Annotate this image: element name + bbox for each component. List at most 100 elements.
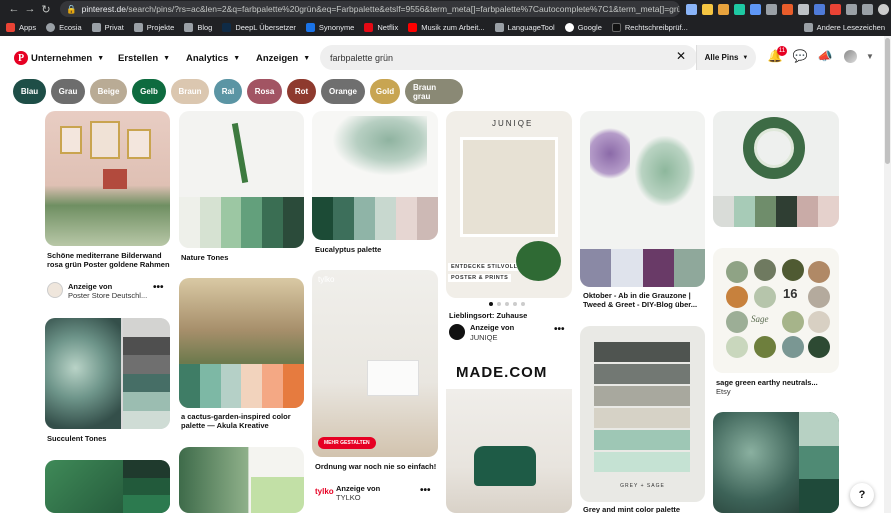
clear-search-icon[interactable]: ✕ [676,49,686,63]
pin-title[interactable]: Succulent Tones [47,434,106,443]
pin-image-eucalyptus[interactable] [312,111,438,240]
chevron-down-icon[interactable]: ▼ [862,48,878,64]
pin-image-grauzone[interactable] [580,111,705,287]
bookmark-ecosia[interactable]: Ecosia [46,22,82,32]
pin-image-cactus-garden[interactable] [179,278,304,408]
address-bar[interactable]: 🔒 pinterest.de /search/pins/?rs=ac&len=2… [60,1,680,17]
pin-source[interactable]: Etsy [716,387,731,396]
pin-title[interactable]: Ordnung war noch nie so einfach! [315,462,441,471]
lock-icon: 🔒 [66,3,77,14]
pin-image-wall-art[interactable] [45,111,170,246]
forward-icon[interactable]: → [22,1,38,17]
menu-anzeigen[interactable]: Anzeigen ▼ [256,51,310,65]
pin-image-grey-mint[interactable]: GREY + SAGE [580,326,705,502]
back-icon[interactable]: ← [6,1,22,17]
chip-beige[interactable]: Beige [90,79,127,104]
pin-title[interactable]: Grey and mint color palette [583,505,680,513]
avatar[interactable] [449,324,465,340]
camera-icon[interactable] [798,3,809,15]
profile-icon[interactable] [878,3,889,15]
shop-button[interactable]: MEHR GESTALTEN [318,437,376,449]
chip-gelb[interactable]: Gelb [132,79,166,104]
pin-image-succulents[interactable] [713,412,839,513]
chip-rosa[interactable]: Rosa [247,79,282,104]
bookmark-blog[interactable]: Blog [184,22,212,32]
pin-author[interactable]: TYLKO [336,493,361,502]
bookmark-label: Apps [19,22,37,32]
pin-title[interactable]: a cactus-garden-inspired color palette —… [181,412,306,430]
search-input[interactable]: farbpalette grün [320,45,697,70]
chip-gold[interactable]: Gold [370,79,400,104]
carousel-dots[interactable] [489,302,525,306]
chip-grau[interactable]: Grau [51,79,85,104]
star-icon[interactable] [702,3,713,15]
pin-title[interactable]: Lieblingsort: Zuhause [449,311,527,320]
share-icon[interactable] [686,3,697,15]
reload-icon[interactable]: ↻ [38,1,54,17]
chip-braun-grau[interactable]: Braun grau [405,79,463,104]
tylko-logo[interactable]: tylko [315,487,334,496]
media-icon[interactable] [862,3,873,15]
pinterest-logo-icon[interactable]: P [14,51,28,65]
rss-icon[interactable] [718,3,729,15]
pin-title[interactable]: sage green earthy neutrals... [716,378,842,387]
menu-unternehmen[interactable]: Unternehmen ▼ [31,51,104,65]
menu-erstellen[interactable]: Erstellen ▼ [118,51,170,65]
megaphone-icon[interactable]: 📣 [817,48,833,64]
bookmark-privat[interactable]: Privat [91,22,124,32]
netflix-icon [364,22,374,32]
pin-image-tylko-shelf[interactable]: tylko MEHR GESTALTEN [312,270,438,457]
green-chair [474,446,536,486]
bookmark-apps[interactable]: Apps [6,22,37,32]
pin-image-juniqe[interactable]: JUNIQE ENTDECKE STILVOLLE POSTER & PRINT… [446,111,572,298]
pin-image-green-leaves[interactable] [45,460,170,513]
extension-icon[interactable] [766,3,777,15]
bookmark-projekte[interactable]: Projekte [133,22,174,32]
extension-icon[interactable] [750,3,761,15]
messages-icon[interactable]: 💬 [792,48,808,64]
pin-title[interactable]: Nature Tones [181,253,228,262]
extension-icon[interactable] [782,3,793,15]
more-options-icon[interactable]: ••• [420,485,431,496]
pin-author[interactable]: Poster Store Deutschl... [68,291,147,300]
pin-title[interactable]: Oktober - Ab in die Grauzone | Tweed & G… [583,291,708,309]
deepl-icon [222,22,232,32]
pin-image-made-com[interactable]: MADE.COM [446,358,572,513]
pin-image-succulent-tones[interactable] [45,318,170,429]
bookmark-google[interactable]: Google [564,22,602,32]
pin-author[interactable]: JUNIQE [470,333,498,342]
pin-title[interactable]: Schöne mediterrane Bilderwand rosa grün … [47,251,172,269]
pin-title[interactable]: Eucalyptus palette [315,245,381,254]
bookmark-musik[interactable]: Musik zum Arbeit... [408,22,485,32]
bookmark-synonyme[interactable]: Synonyme [305,22,354,32]
puzzle-icon[interactable] [846,3,857,15]
extension-icon[interactable] [734,3,745,15]
palette-count: 16 [783,286,798,301]
bookmark-languagetool[interactable]: LanguageTool [494,22,555,32]
bookmark-deepl[interactable]: DeepL Übersetzer [222,22,296,32]
chip-braun[interactable]: Braun [171,79,209,104]
help-button[interactable]: ? [850,483,874,507]
pin-image-tropical-leaves[interactable] [179,447,304,513]
avatar[interactable] [844,50,857,63]
chip-rot[interactable]: Rot [287,79,316,104]
other-bookmarks[interactable]: Andere Lesezeichen [803,18,885,36]
pin-image-wreath[interactable] [713,111,839,227]
more-options-icon[interactable]: ••• [153,282,164,293]
extension-icon[interactable] [814,3,825,15]
search-scope-dropdown[interactable]: Alle Pins ▼ [696,45,756,70]
extension-icon[interactable] [830,3,841,15]
chip-blau[interactable]: Blau [13,79,46,104]
color-palette [713,196,839,227]
bookmark-netflix[interactable]: Netflix [364,22,398,32]
bookmark-rechtschreib[interactable]: Rechtschreibprüf... [611,22,688,32]
avatar[interactable] [47,282,63,298]
pin-image-nature-tones[interactable] [179,111,304,248]
chip-orange[interactable]: Orange [321,79,365,104]
more-options-icon[interactable]: ••• [554,324,565,335]
menu-analytics[interactable]: Analytics ▼ [186,51,240,65]
bookmark-label: Ecosia [59,22,82,32]
scrollbar-thumb[interactable] [885,38,890,164]
pin-image-sage-palette[interactable]: 16 Sage [713,248,839,373]
chip-ral[interactable]: Ral [214,79,242,104]
